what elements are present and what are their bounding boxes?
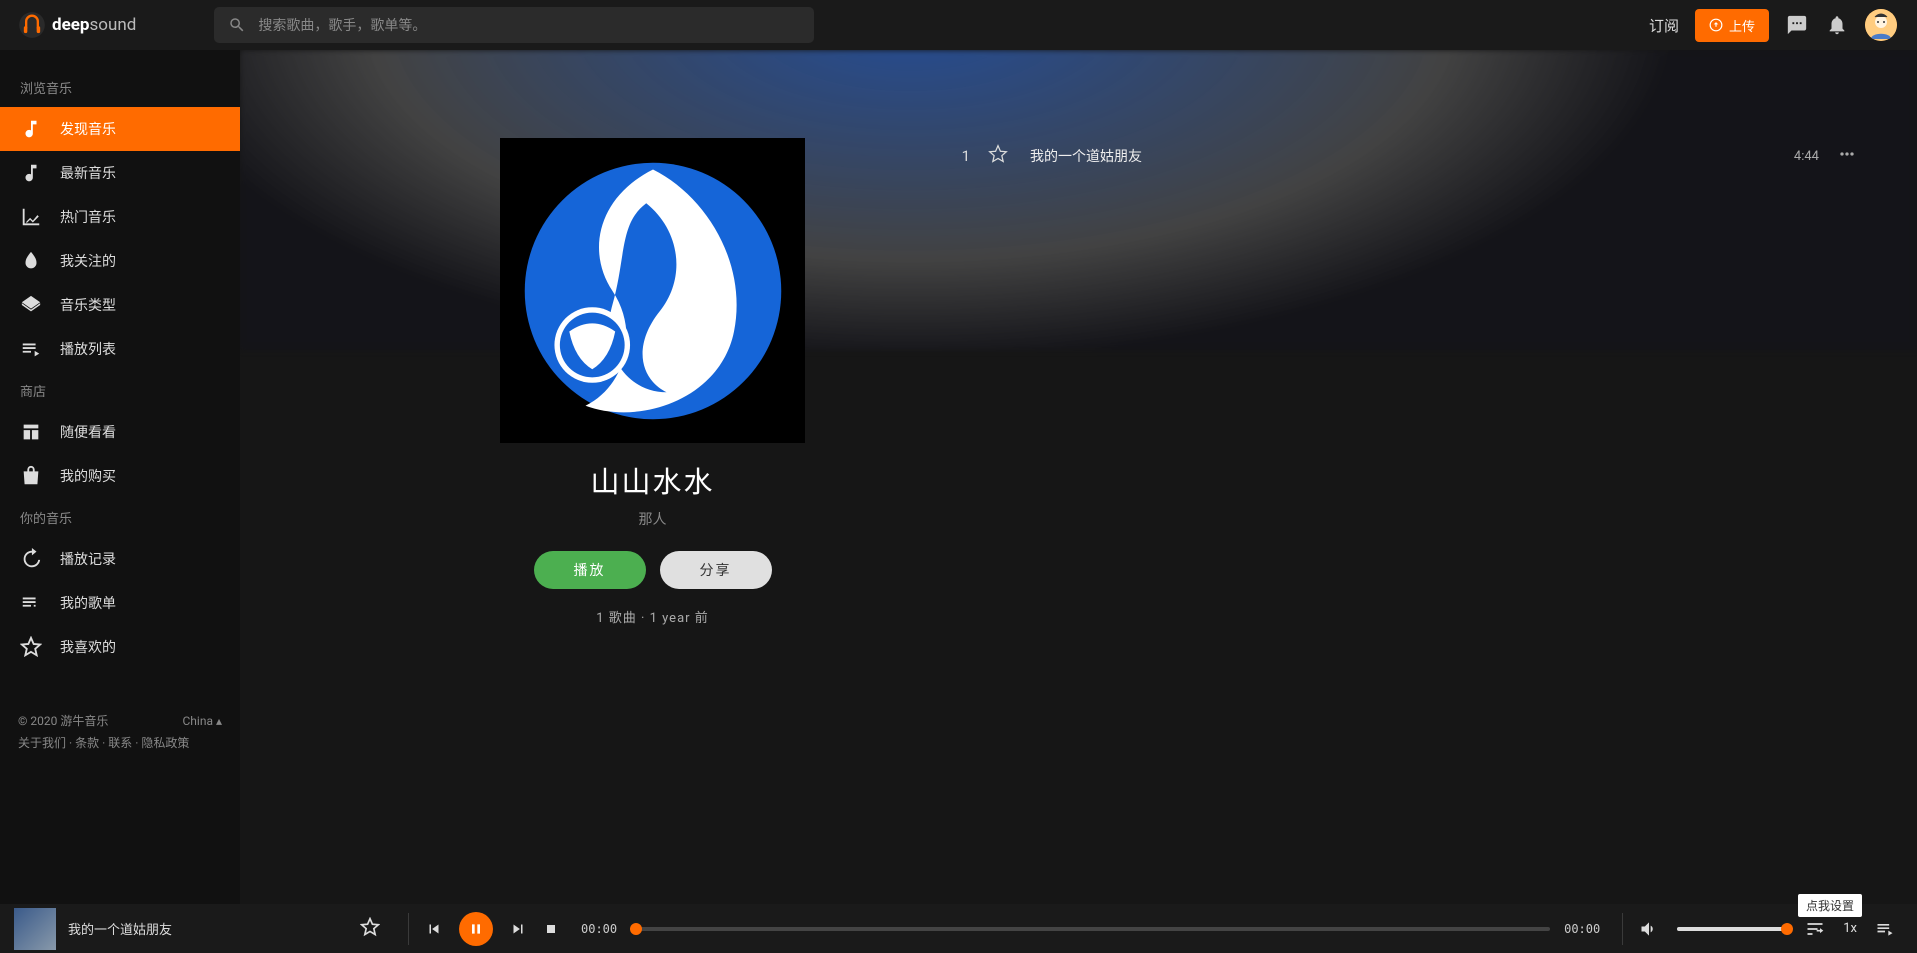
nav-history[interactable]: 播放记录 <box>0 537 240 581</box>
section-store-title: 商店 <box>0 371 240 410</box>
divider <box>408 913 409 945</box>
volume-icon[interactable] <box>1631 919 1667 939</box>
footer-contact[interactable]: 联系 <box>108 736 132 750</box>
track-title: 我的一个道姑朋友 <box>1030 146 1794 166</box>
history-icon <box>20 548 42 570</box>
nav-genres[interactable]: 音乐类型 <box>0 283 240 327</box>
copyright: © 2020 游牛音乐 <box>18 711 108 733</box>
queue-icon <box>20 592 42 614</box>
main-content: 山山水水 那人 播放 分享 1 歌曲 · 1 year 前 1 我的一个道姑朋友… <box>240 50 1917 904</box>
search-input[interactable] <box>258 17 800 33</box>
divider <box>1622 913 1623 945</box>
nav-following[interactable]: 我关注的 <box>0 239 240 283</box>
nav-trending[interactable]: 热门音乐 <box>0 195 240 239</box>
prev-button[interactable] <box>417 920 451 938</box>
album-meta: 1 歌曲 · 1 year 前 <box>500 607 805 626</box>
nav-favorites[interactable]: 我喜欢的 <box>0 625 240 669</box>
play-pause-button[interactable] <box>459 912 493 946</box>
settings-button[interactable] <box>1797 919 1833 939</box>
album-artist[interactable]: 那人 <box>500 509 805 529</box>
hero-background <box>240 50 1917 350</box>
nav-my-playlists[interactable]: 我的歌单 <box>0 581 240 625</box>
playback-speed[interactable]: 1x <box>1833 921 1867 936</box>
section-browse-title: 浏览音乐 <box>0 68 240 107</box>
messages-icon[interactable] <box>1785 13 1809 37</box>
store-icon <box>20 421 42 443</box>
subscribe-link[interactable]: 订阅 <box>1649 15 1679 36</box>
now-playing-art[interactable] <box>14 908 56 950</box>
star-icon <box>20 636 42 658</box>
upload-icon <box>1709 18 1723 32</box>
total-time: 00:00 <box>1550 922 1614 936</box>
notifications-icon[interactable] <box>1825 13 1849 37</box>
sidebar-footer: © 2020 游牛音乐 China ▴ 关于我们 · 条款 · 联系 · 隐私政… <box>0 699 240 766</box>
track-number: 1 <box>930 147 970 165</box>
logo-text: deepsound <box>52 15 136 35</box>
chart-icon <box>20 206 42 228</box>
logo-icon <box>18 11 46 39</box>
track-row[interactable]: 1 我的一个道姑朋友 4:44 <box>930 132 1857 180</box>
tracklist: 1 我的一个道姑朋友 4:44 <box>930 132 1857 180</box>
section-mine-title: 你的音乐 <box>0 498 240 537</box>
search-box[interactable] <box>214 7 814 43</box>
play-album-button[interactable]: 播放 <box>534 551 646 589</box>
now-playing-favorite[interactable] <box>360 917 380 941</box>
nav-latest[interactable]: 最新音乐 <box>0 151 240 195</box>
footer-privacy[interactable]: 隐私政策 <box>141 736 189 750</box>
sidebar: 浏览音乐 发现音乐 最新音乐 热门音乐 我关注的 音乐类型 播放列表 商店 随便… <box>0 50 240 904</box>
settings-tooltip: 点我设置 <box>1798 894 1862 917</box>
language-picker[interactable]: China ▴ <box>183 711 223 733</box>
footer-about[interactable]: 关于我们 <box>18 736 66 750</box>
nav-browse-store[interactable]: 随便看看 <box>0 410 240 454</box>
layers-icon <box>20 294 42 316</box>
track-favorite-button[interactable] <box>988 144 1008 168</box>
user-avatar[interactable] <box>1865 9 1897 41</box>
stop-button[interactable] <box>535 921 567 937</box>
music-note-icon <box>20 162 42 184</box>
album-panel: 山山水水 那人 播放 分享 1 歌曲 · 1 year 前 <box>500 138 805 626</box>
share-album-button[interactable]: 分享 <box>660 551 772 589</box>
logo[interactable]: deepsound <box>18 11 136 39</box>
playlist-icon <box>20 338 42 360</box>
player-bar: 我的一个道姑朋友 00:00 00:00 点我设置 1x <box>0 904 1917 953</box>
album-title: 山山水水 <box>500 459 805 501</box>
nav-purchases[interactable]: 我的购买 <box>0 454 240 498</box>
header: deepsound 订阅 上传 <box>0 0 1917 50</box>
now-playing-title[interactable]: 我的一个道姑朋友 <box>68 919 308 938</box>
volume-slider[interactable] <box>1677 927 1787 931</box>
elapsed-time: 00:00 <box>567 922 631 936</box>
album-cover <box>500 138 805 443</box>
music-note-icon <box>20 118 42 140</box>
track-more-button[interactable] <box>1837 144 1857 168</box>
track-duration: 4:44 <box>1794 149 1819 164</box>
progress-bar[interactable] <box>631 927 1550 931</box>
bag-icon <box>20 465 42 487</box>
drop-icon <box>20 250 42 272</box>
footer-terms[interactable]: 条款 <box>75 736 99 750</box>
queue-button[interactable] <box>1867 919 1903 939</box>
nav-playlists[interactable]: 播放列表 <box>0 327 240 371</box>
upload-button[interactable]: 上传 <box>1695 9 1769 42</box>
next-button[interactable] <box>501 920 535 938</box>
search-icon <box>228 16 246 34</box>
nav-discover[interactable]: 发现音乐 <box>0 107 240 151</box>
